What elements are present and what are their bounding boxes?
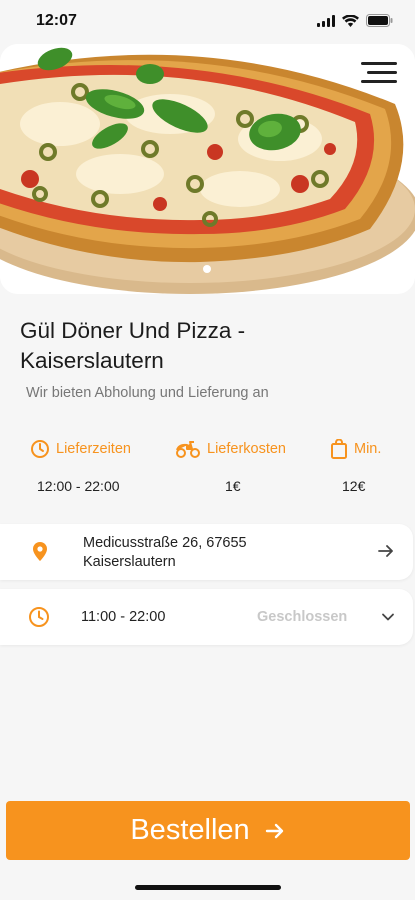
delivery-cost-label: Lieferkosten (207, 441, 286, 457)
restaurant-tagline: Wir bieten Abholung und Lieferung an (26, 385, 269, 401)
chevron-down-icon[interactable] (381, 610, 395, 624)
restaurant-name: Gül Döner Und Pizza - Kaiserslautern (20, 318, 246, 373)
shopping-bag-icon (331, 439, 347, 459)
address-line1: Medicusstraße 26, 67655 (83, 535, 247, 551)
address-line2: Kaiserslautern (83, 554, 176, 570)
hero-image-carousel[interactable] (0, 44, 415, 294)
minimum-order-value: 12€ (342, 478, 366, 494)
address-text: Medicusstraße 26, 67655 Kaiserslautern (83, 534, 353, 572)
clock-icon (29, 607, 49, 627)
open-status-badge: Geschlossen (257, 609, 348, 625)
address-card[interactable]: Medicusstraße 26, 67655 Kaiserslautern (0, 524, 413, 580)
menu-icon-line (361, 80, 397, 83)
scooter-icon (176, 441, 200, 458)
status-time: 12:07 (36, 12, 77, 29)
delivery-times-info: Lieferzeiten 12:00 - 22:00 (30, 438, 131, 494)
signal-icon (317, 14, 335, 27)
pizza-image (0, 44, 415, 294)
menu-button[interactable] (361, 62, 397, 92)
menu-icon-line (367, 71, 397, 74)
status-icons (317, 14, 393, 27)
delivery-cost-value: 1€ (225, 478, 241, 494)
battery-icon (366, 14, 393, 27)
home-indicator[interactable] (135, 885, 281, 890)
order-button-label: Bestellen (130, 814, 250, 846)
clock-icon (31, 440, 49, 458)
menu-icon-line (361, 62, 397, 65)
carousel-indicator-dot[interactable] (203, 265, 211, 273)
status-bar: 12:07 (0, 0, 415, 44)
location-pin-icon (33, 542, 47, 561)
minimum-order-label: Min. (354, 441, 382, 457)
order-button[interactable]: Bestellen (6, 801, 410, 860)
delivery-times-label: Lieferzeiten (56, 441, 131, 457)
delivery-info-row: Lieferzeiten 12:00 - 22:00 Lieferkosten … (0, 438, 415, 508)
minimum-order-info: Min. 12€ (330, 438, 381, 494)
opening-hours-card[interactable]: 11:00 - 22:00 Geschlossen (0, 589, 413, 645)
opening-hours-range: 11:00 - 22:00 (81, 609, 166, 625)
arrow-right-icon (378, 545, 393, 557)
delivery-times-value: 12:00 - 22:00 (37, 478, 120, 494)
arrow-right-icon (265, 823, 283, 838)
delivery-cost-info: Lieferkosten 1€ (175, 438, 286, 494)
wifi-icon (342, 14, 359, 27)
